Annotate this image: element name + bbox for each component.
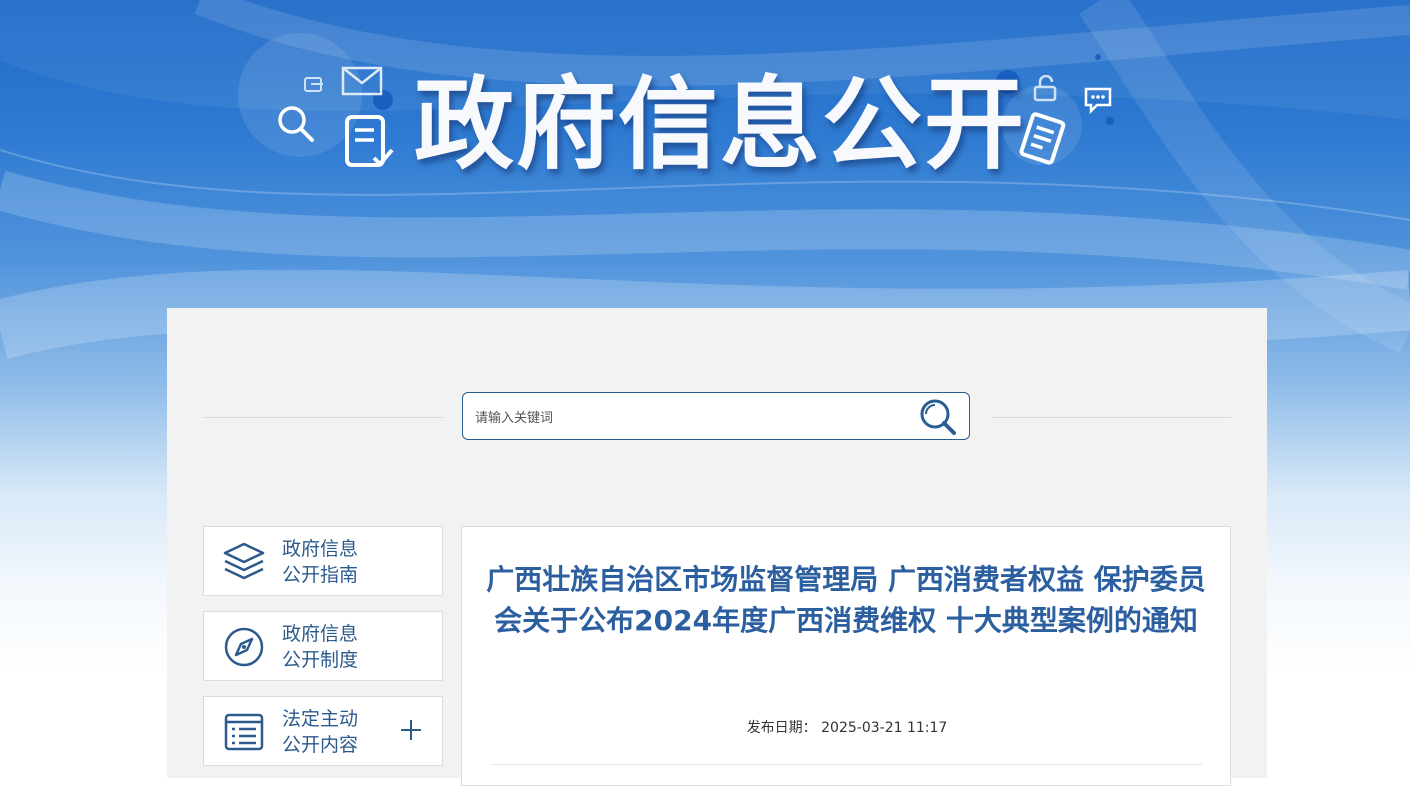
chat-icon (1084, 87, 1112, 114)
sidebar-item-label: 法定主动 公开内容 (282, 706, 392, 758)
search-icon (278, 106, 314, 142)
sidebar-label-line2: 公开指南 (282, 564, 359, 586)
list-document-icon (224, 713, 264, 751)
article-divider (492, 764, 1202, 765)
layers-icon (223, 542, 265, 580)
search-input[interactable] (473, 405, 897, 431)
sidebar-item-label: 政府信息 公开指南 (282, 536, 392, 588)
document-check-icon (345, 115, 394, 167)
search-divider-left (203, 417, 443, 418)
sidebar-label-line1: 政府信息 (282, 538, 359, 560)
sidebar-label-line1: 政府信息 (282, 623, 359, 645)
share-icon (304, 77, 323, 92)
mail-icon (341, 66, 383, 96)
plus-icon[interactable] (400, 719, 422, 741)
search-button[interactable] (917, 397, 959, 437)
compass-icon (224, 627, 264, 667)
notepad-icon (1019, 112, 1066, 165)
sidebar-label-line1: 法定主动 (282, 708, 359, 730)
publish-date-label: 发布日期： (746, 720, 817, 736)
article-card: 广西壮族自治区市场监督管理局 广西消费者权益 保护委员会关于公布2024年度广西… (461, 526, 1231, 786)
sidebar-item-system[interactable]: 政府信息 公开制度 (203, 611, 443, 681)
magnifier-icon (920, 399, 956, 435)
sidebar-label-line2: 公开制度 (282, 649, 359, 671)
unlock-icon (1033, 75, 1057, 102)
search-box (462, 392, 970, 440)
publish-date-value: 2025-03-21 11:17 (821, 720, 948, 736)
sidebar-item-label: 政府信息 公开制度 (282, 621, 392, 673)
search-divider-right (991, 417, 1231, 418)
sidebar-item-guide[interactable]: 政府信息 公开指南 (203, 526, 443, 596)
sidebar-item-statutory-content[interactable]: 法定主动 公开内容 (203, 696, 443, 766)
article-title: 广西壮族自治区市场监督管理局 广西消费者权益 保护委员会关于公布2024年度广西… (486, 563, 1206, 637)
banner-title: 政府信息公开 (414, 66, 1026, 183)
publish-date: 发布日期： 2025-03-21 11:17 (462, 717, 1232, 737)
sidebar-label-line2: 公开内容 (282, 734, 359, 756)
